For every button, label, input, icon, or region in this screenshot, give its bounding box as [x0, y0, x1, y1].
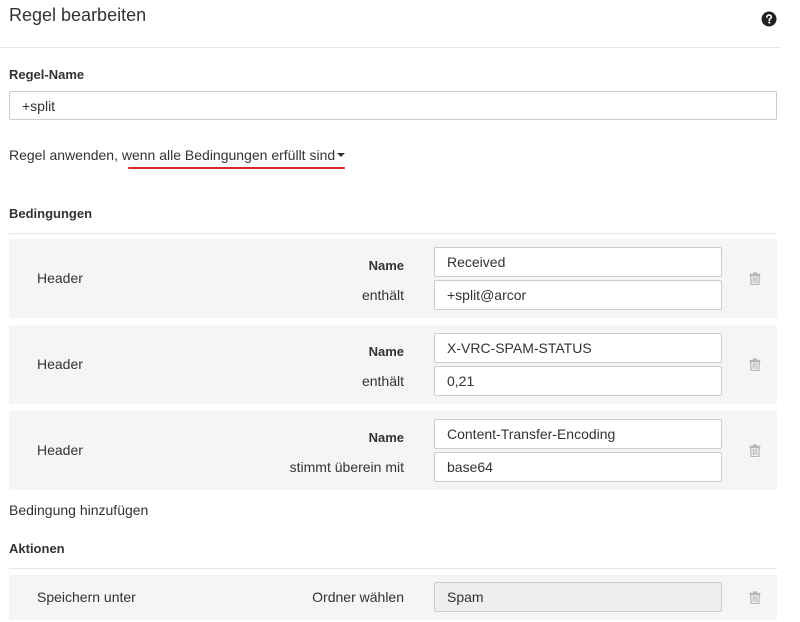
rule-name-label: Regel-Name — [9, 67, 85, 82]
caret-down-icon — [337, 153, 346, 158]
trash-icon[interactable] — [749, 591, 761, 604]
question-circle-icon[interactable] — [761, 11, 777, 27]
rule-name-input[interactable] — [9, 91, 777, 120]
apply-rule-line: Regel anwenden, wenn alle Bedingungen er… — [9, 147, 346, 169]
apply-mode-dropdown[interactable]: wenn alle Bedingungen erfüllt sind — [121, 147, 346, 169]
action-row: Speichern unter Ordner wählen — [9, 575, 777, 620]
action-type: Speichern unter — [37, 589, 136, 605]
condition-row: Header Name enthält — [9, 239, 777, 318]
action-field-label: Ordner wählen — [312, 589, 404, 605]
condition-row: Header Name stimmt überein mit — [9, 411, 777, 490]
condition-name-input[interactable] — [434, 247, 722, 277]
condition-row: Header Name enthält — [9, 325, 777, 404]
trash-icon[interactable] — [749, 444, 761, 457]
condition-name-label: Name — [368, 344, 404, 359]
trash-icon[interactable] — [749, 272, 761, 285]
condition-name-input[interactable] — [434, 419, 722, 449]
conditions-divider — [9, 233, 777, 234]
condition-name-label: Name — [368, 430, 404, 445]
condition-value-input[interactable] — [434, 452, 722, 482]
add-condition-link[interactable]: Bedingung hinzufügen — [9, 502, 148, 518]
actions-heading: Aktionen — [9, 541, 65, 556]
actions-divider — [9, 568, 777, 569]
trash-icon[interactable] — [749, 358, 761, 371]
condition-operator-label: stimmt überein mit — [289, 459, 404, 475]
folder-select-input[interactable] — [434, 582, 722, 612]
condition-type: Header — [37, 270, 83, 286]
condition-name-label: Name — [368, 258, 404, 273]
apply-mode-selected: wenn alle Bedingungen erfüllt sind — [121, 147, 336, 163]
condition-name-input[interactable] — [434, 333, 722, 363]
apply-mode-underline — [127, 167, 346, 169]
condition-type: Header — [37, 356, 83, 372]
condition-operator-label: enthält — [361, 373, 404, 389]
condition-operator-label: enthält — [361, 287, 404, 303]
page-title: Regel bearbeiten — [9, 5, 147, 25]
edit-rule-dialog: Regel bearbeiten Regel-Name Regel anwend… — [0, 0, 800, 622]
condition-value-input[interactable] — [434, 280, 722, 310]
header-divider — [0, 47, 780, 48]
apply-rule-prefix: Regel anwenden, — [9, 147, 118, 163]
condition-value-input[interactable] — [434, 366, 722, 396]
condition-type: Header — [37, 442, 83, 458]
conditions-heading: Bedingungen — [9, 206, 93, 221]
